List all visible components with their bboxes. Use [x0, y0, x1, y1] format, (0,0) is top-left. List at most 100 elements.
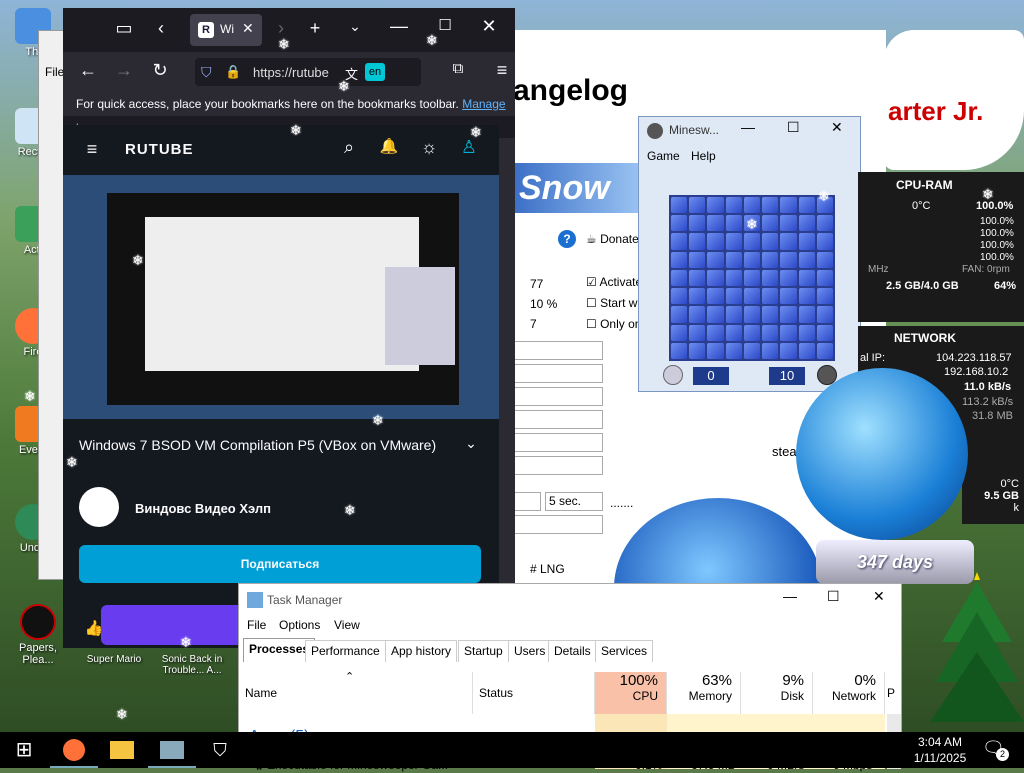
column-memory[interactable]: 63% Memory	[667, 672, 741, 714]
tab-rutube[interactable]: R Wi ✕	[190, 14, 262, 46]
mine-cell[interactable]	[798, 251, 815, 268]
checkbox-only-on[interactable]: ☐ Only on	[586, 317, 641, 335]
interval-select[interactable]: 5 sec.	[545, 492, 603, 511]
mine-cell[interactable]	[689, 233, 706, 250]
mine-cell[interactable]	[762, 215, 779, 232]
taskbar-task-manager[interactable]	[148, 732, 196, 768]
mine-cell[interactable]	[725, 324, 742, 341]
dropdown-6[interactable]	[513, 456, 603, 475]
dropdown-2[interactable]	[513, 364, 603, 383]
mine-cell[interactable]	[689, 342, 706, 359]
dropdown-1[interactable]	[513, 341, 603, 360]
close-window-icon[interactable]: ✕	[477, 16, 501, 37]
menu-file[interactable]: File	[247, 618, 266, 632]
tab-startup[interactable]: Startup	[458, 640, 509, 662]
start-button[interactable]: ⊞	[0, 732, 48, 768]
mine-cell[interactable]	[762, 342, 779, 359]
back-icon[interactable]: ←	[77, 60, 99, 81]
mine-cell[interactable]	[780, 269, 797, 287]
mine-cell[interactable]	[689, 288, 706, 305]
mine-cell[interactable]	[780, 215, 797, 232]
mine-cell[interactable]	[707, 197, 724, 214]
mine-cell[interactable]	[743, 324, 761, 341]
mine-cell[interactable]	[671, 324, 688, 341]
column-power[interactable]: P	[885, 672, 901, 714]
mine-cell[interactable]	[762, 251, 779, 268]
maximize-icon[interactable]: ☐	[787, 119, 800, 136]
mine-cell[interactable]	[780, 342, 797, 359]
desktop-icon-super-mario[interactable]: Super Mario	[84, 654, 144, 665]
menu-options[interactable]: Options	[279, 618, 320, 632]
close-tab-icon[interactable]: ✕	[242, 20, 254, 37]
minimize-icon[interactable]: —	[741, 119, 755, 135]
mine-cell[interactable]	[689, 215, 706, 232]
mine-cell[interactable]	[689, 306, 706, 323]
file-menu[interactable]: File	[45, 65, 64, 79]
tab-overview-icon[interactable]: ▭	[111, 18, 137, 39]
shield-icon[interactable]: ⛉	[201, 64, 212, 81]
mine-cell[interactable]	[671, 215, 688, 232]
mine-cell[interactable]	[671, 306, 688, 323]
mine-cell[interactable]	[780, 197, 797, 214]
channel-name[interactable]: Виндовс Видео Хэлп	[135, 501, 271, 516]
mine-cell[interactable]	[762, 324, 779, 341]
reload-icon[interactable]: ↻	[149, 60, 171, 81]
list-tabs-icon[interactable]: ⌄	[345, 18, 365, 35]
url-bar[interactable]: ⛉ 🔒 https://rutube 文 en	[195, 58, 421, 86]
channel-avatar[interactable]	[79, 487, 119, 527]
mine-cell[interactable]	[762, 306, 779, 323]
mine-cell[interactable]	[725, 215, 742, 232]
scrollbar[interactable]	[499, 138, 515, 648]
mine-cell[interactable]	[798, 324, 815, 341]
tab-app-history[interactable]: App history	[385, 640, 458, 662]
checkbox-activate[interactable]: ☑ Activate	[586, 275, 642, 293]
expand-icon[interactable]: ⌄	[461, 435, 481, 452]
minimize-icon[interactable]: —	[387, 16, 411, 37]
mine-cell[interactable]	[707, 342, 724, 359]
mine-cell[interactable]	[725, 233, 742, 250]
column-network[interactable]: 0% Network	[813, 672, 885, 714]
mine-cell[interactable]	[816, 342, 833, 359]
search-icon[interactable]: ⌕	[337, 137, 361, 158]
mine-cell[interactable]	[780, 251, 797, 268]
menu-icon[interactable]: ≡	[491, 60, 513, 81]
menu-game[interactable]: Game	[647, 149, 680, 163]
mine-cell[interactable]	[689, 197, 706, 214]
mine-cell[interactable]	[762, 197, 779, 214]
mine-cell[interactable]	[743, 251, 761, 268]
mine-cell[interactable]	[671, 288, 688, 305]
mine-cell[interactable]	[743, 342, 761, 359]
mine-cell[interactable]	[743, 197, 761, 214]
help-icon[interactable]: ?	[558, 230, 576, 248]
mine-cell[interactable]	[725, 251, 742, 268]
new-tab-icon[interactable]: +	[303, 18, 327, 39]
column-status[interactable]: Status	[473, 672, 595, 714]
system-clock[interactable]: 3:04 AM 1/11/2025	[900, 734, 980, 766]
mine-cell[interactable]	[780, 324, 797, 341]
mine-cell[interactable]	[707, 306, 724, 323]
dropdown-3[interactable]	[513, 387, 603, 406]
mine-cell[interactable]	[707, 215, 724, 232]
mine-cell[interactable]	[743, 306, 761, 323]
column-cpu[interactable]: 100% CPU	[595, 672, 667, 714]
mine-cell[interactable]	[743, 269, 761, 287]
maximize-icon[interactable]: ☐	[827, 588, 840, 605]
column-name[interactable]: Name	[239, 672, 473, 714]
mine-cell[interactable]	[798, 215, 815, 232]
mine-cell[interactable]	[707, 233, 724, 250]
dropdown-8[interactable]	[513, 515, 603, 534]
mine-cell[interactable]	[762, 233, 779, 250]
mine-cell[interactable]	[816, 215, 833, 232]
menu-view[interactable]: View	[334, 618, 360, 632]
mine-cell[interactable]	[689, 269, 706, 287]
mine-cell[interactable]	[816, 306, 833, 323]
mine-cell[interactable]	[725, 342, 742, 359]
mine-cell[interactable]	[707, 251, 724, 268]
menu-help[interactable]: Help	[691, 149, 716, 163]
tab-users[interactable]: Users	[508, 640, 552, 662]
mine-cell[interactable]	[798, 288, 815, 305]
translate-badge[interactable]: en	[365, 63, 385, 81]
desktop-icon-sonic[interactable]: Sonic Back in Trouble... A...	[150, 654, 234, 676]
column-disk[interactable]: 9% Disk	[741, 672, 813, 714]
mine-cell[interactable]	[780, 306, 797, 323]
